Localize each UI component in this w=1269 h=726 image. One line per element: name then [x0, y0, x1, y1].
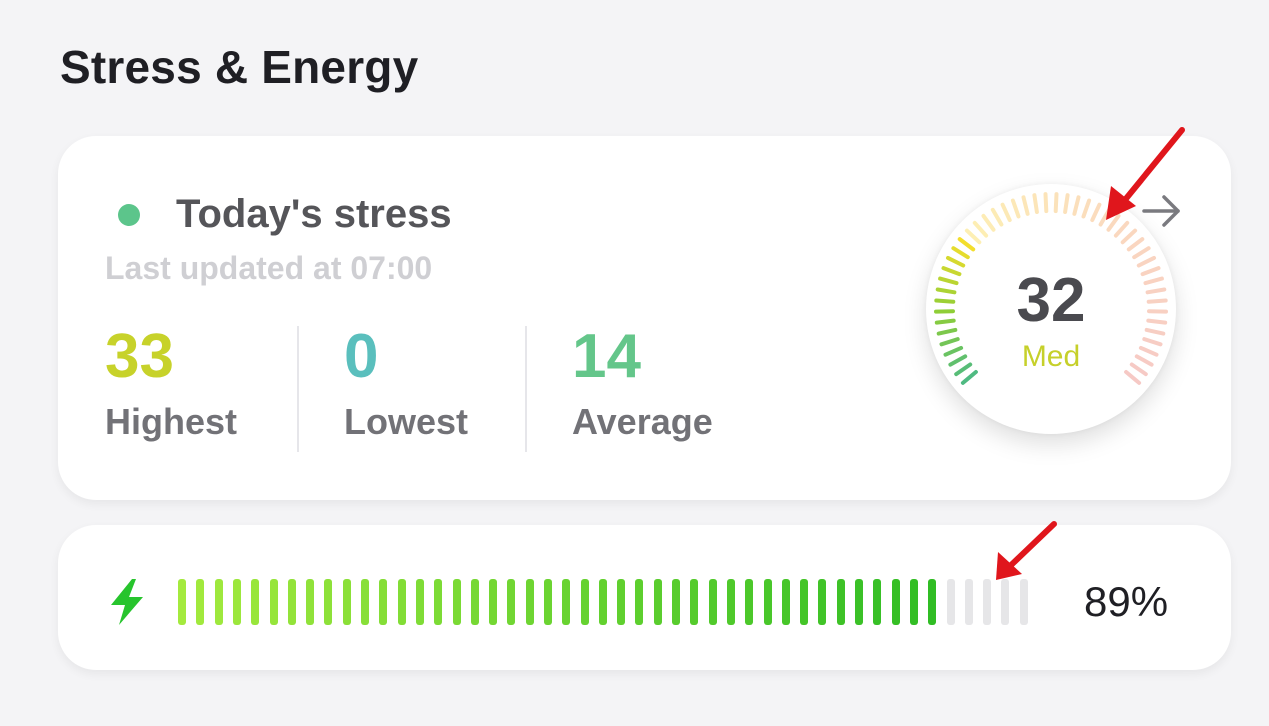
energy-segment-filled: [525, 579, 534, 625]
stat-lowest: 0 Lowest: [344, 326, 468, 440]
gauge-tick: [1063, 193, 1070, 214]
energy-segment-filled: [379, 579, 388, 625]
lightning-bolt-icon: [105, 577, 149, 627]
energy-segment-filled: [909, 579, 918, 625]
energy-segment-filled: [690, 579, 699, 625]
arrow-right-icon[interactable]: [1136, 186, 1186, 236]
gauge-tick: [981, 213, 996, 232]
energy-segment-filled: [928, 579, 937, 625]
gauge-tick: [946, 255, 966, 268]
energy-segment-filled: [836, 579, 845, 625]
energy-segment-filled: [178, 579, 186, 625]
energy-segment-filled: [415, 579, 424, 625]
energy-segment-filled: [745, 579, 754, 625]
energy-segment-filled: [726, 579, 735, 625]
energy-segment-filled: [306, 579, 315, 625]
stat-average-label: Average: [572, 401, 713, 442]
energy-segment-filled: [672, 579, 680, 625]
gauge-tick: [1010, 198, 1021, 219]
energy-segment-filled: [635, 579, 644, 625]
energy-segment-filled: [598, 579, 607, 625]
energy-segment-filled: [342, 579, 351, 625]
energy-segment-filled: [452, 579, 461, 625]
energy-card[interactable]: 89%: [58, 525, 1231, 670]
energy-segment-filled: [544, 579, 552, 625]
gauge-tick: [951, 246, 970, 260]
stat-average: 14 Average: [572, 326, 713, 440]
stress-card[interactable]: Today's stress Last updated at 07:00 33 …: [58, 136, 1231, 500]
energy-segment-filled: [708, 579, 717, 625]
section-title: Stress & Energy: [60, 41, 419, 93]
energy-segment-filled: [873, 579, 882, 625]
stat-highest-label: Highest: [105, 401, 238, 442]
gauge-tick: [1021, 195, 1030, 216]
energy-segment-filled: [269, 579, 278, 625]
gauge-level: Med: [1021, 340, 1081, 373]
energy-segment-filled: [617, 579, 626, 625]
energy-segment-filled: [781, 579, 790, 625]
energy-segment-filled: [653, 579, 662, 625]
gauge-tick: [1132, 246, 1151, 260]
energy-segment-filled: [763, 579, 772, 625]
energy-segment-filled: [489, 579, 498, 625]
energy-segment-filled: [580, 579, 589, 625]
gauge-tick: [964, 228, 982, 245]
gauge-tick: [972, 220, 989, 238]
energy-segment-filled: [287, 579, 296, 625]
energy-segment-empty: [983, 579, 992, 625]
stat-lowest-value: 0: [344, 322, 379, 391]
energy-segment-filled: [470, 579, 479, 625]
energy-segment-filled: [507, 579, 516, 625]
last-updated-text: Last updated at 07:00: [105, 250, 433, 286]
status-dot: [118, 204, 140, 226]
gauge-tick: [1043, 192, 1049, 214]
gauge-tick: [1072, 195, 1081, 216]
stat-divider: [297, 326, 299, 452]
energy-segment-filled: [855, 579, 863, 625]
energy-segment-empty: [1001, 579, 1010, 625]
gauge-tick: [1113, 220, 1130, 238]
energy-segment-filled: [232, 579, 241, 625]
energy-segment-filled: [361, 579, 369, 625]
gauge-tick: [1136, 255, 1156, 268]
stat-divider: [525, 326, 527, 452]
stress-card-title: Today's stress: [176, 192, 452, 236]
gauge-tick: [1081, 198, 1092, 219]
energy-segment-empty: [1019, 579, 1028, 625]
gauge-tick: [957, 237, 976, 252]
energy-segment-empty: [964, 579, 973, 625]
energy-segment-filled: [800, 579, 809, 625]
energy-level-bar: [178, 579, 1038, 625]
gauge-tick: [1090, 202, 1102, 223]
gauge-tick: [990, 207, 1004, 227]
energy-segment-filled: [818, 579, 827, 625]
energy-segment-filled: [324, 579, 333, 625]
stat-highest: 33 Highest: [105, 326, 237, 440]
stat-highest-value: 33: [105, 322, 174, 391]
gauge-tick: [1124, 370, 1142, 385]
gauge-value: 32: [1016, 266, 1086, 335]
stat-average-value: 14: [572, 322, 641, 391]
energy-segment-filled: [196, 579, 205, 625]
gauge-tick: [1120, 228, 1138, 245]
energy-segment-filled: [251, 579, 260, 625]
energy-segment-filled: [434, 579, 443, 625]
energy-percent: 89%: [1084, 578, 1169, 625]
energy-segment-filled: [397, 579, 406, 625]
gauge-tick: [960, 370, 978, 385]
gauge-tick: [1053, 192, 1059, 214]
gauge-tick: [1000, 202, 1012, 223]
energy-segment-filled: [214, 579, 223, 625]
gauge-tick: [1032, 193, 1039, 214]
energy-segment-filled: [891, 579, 900, 625]
gauge-tick: [1126, 237, 1145, 252]
gauge-tick: [1106, 213, 1121, 232]
stress-energy-screen: Stress & Energy Today's stress Last upda…: [0, 0, 1269, 726]
energy-segment-empty: [946, 579, 955, 625]
energy-segment-filled: [562, 579, 571, 625]
gauge-tick: [1098, 207, 1112, 227]
stat-lowest-label: Lowest: [344, 401, 469, 442]
